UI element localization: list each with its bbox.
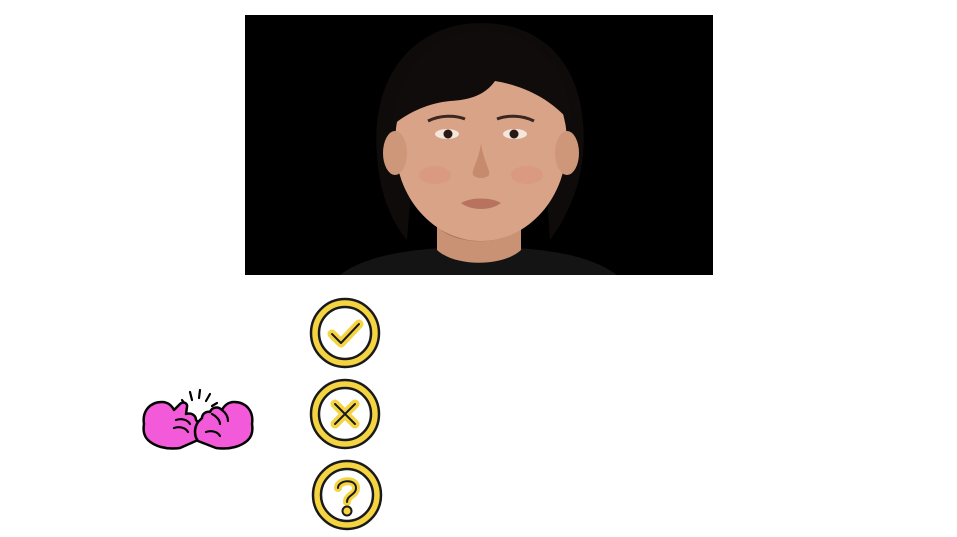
question-button[interactable] — [310, 458, 384, 532]
portrait-photo — [245, 15, 713, 275]
slide-canvas — [0, 0, 957, 537]
cross-button[interactable] — [308, 377, 382, 451]
check-icon — [309, 297, 381, 369]
check-button[interactable] — [308, 296, 382, 370]
cross-icon — [309, 378, 381, 450]
question-icon — [311, 459, 383, 531]
pinky-promise-icon — [136, 386, 260, 452]
